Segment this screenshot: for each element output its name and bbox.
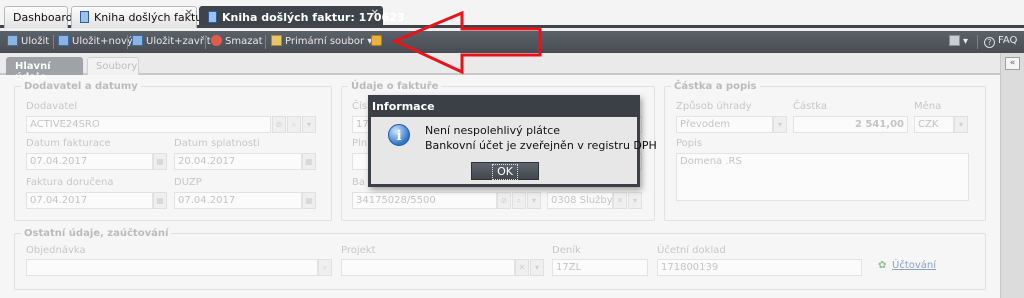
layout-menu-button[interactable]: ▾ [949,35,968,47]
tab-label: Dashboard [13,11,73,24]
dialog-message-line: Bankovní účet je zveřejněn v registru DP… [425,139,657,152]
close-icon[interactable]: ✕ [185,8,193,19]
save-label: Uložit [21,36,50,47]
delete-icon [211,35,222,46]
info-dialog: Informace i Není nespolehlivý plátce Ban… [368,95,657,187]
help-icon: ? [984,37,995,48]
folder-icon [271,35,282,46]
toolbar-separator [265,35,266,49]
expand-panel-button[interactable]: « [1005,57,1020,70]
save-new-label: Uložit+nový [72,36,133,47]
save-close-label: Uložit+zavřít [146,36,211,47]
red-arrow-annotation [391,10,542,75]
save-new-button[interactable]: Uložit+nový [58,35,133,47]
save-new-icon [58,35,69,46]
dialog-title: Informace [371,98,637,117]
ok-label: OK [492,164,518,180]
dialog-message: Není nespolehlivý plátce Bankovní účet j… [425,123,657,153]
lock-button[interactable] [371,35,385,47]
document-icon [208,11,217,23]
toolbar-separator [205,35,206,49]
tab-invoice-170623[interactable]: Kniha došlých faktur: 170623 ✕ [199,6,405,28]
save-close-icon [132,35,143,46]
tab-dashboard[interactable]: Dashboard [4,6,73,28]
layout-icon [949,35,960,46]
primary-file-label: Primární soubor [285,36,365,47]
toolbar-separator [53,35,54,49]
save-button[interactable]: Uložit [7,35,49,47]
info-icon: i [388,124,410,146]
save-close-button[interactable]: Uložit+zavřít [132,35,211,47]
faq-label: FAQ [998,35,1018,46]
dialog-message-line: Není nespolehlivý plátce [425,124,561,137]
delete-label: Smazat [225,36,263,47]
right-collapsed-panel: « [1000,53,1024,298]
faq-button[interactable]: ? FAQ [984,35,1017,48]
toolbar-separator [977,35,978,49]
document-icon [80,11,89,23]
delete-button[interactable]: Smazat [211,35,263,47]
toolbar-separator [127,35,128,49]
chevron-down-icon: ▾ [963,36,969,47]
primary-file-button[interactable]: Primární soubor ▾ [271,35,372,47]
lock-icon [371,35,382,46]
ok-button[interactable]: OK [471,162,539,180]
save-icon [7,35,18,46]
tab-kniha-doslych-faktur[interactable]: Kniha došlých faktur ✕ [71,6,207,28]
close-icon[interactable]: ✕ [371,8,379,19]
